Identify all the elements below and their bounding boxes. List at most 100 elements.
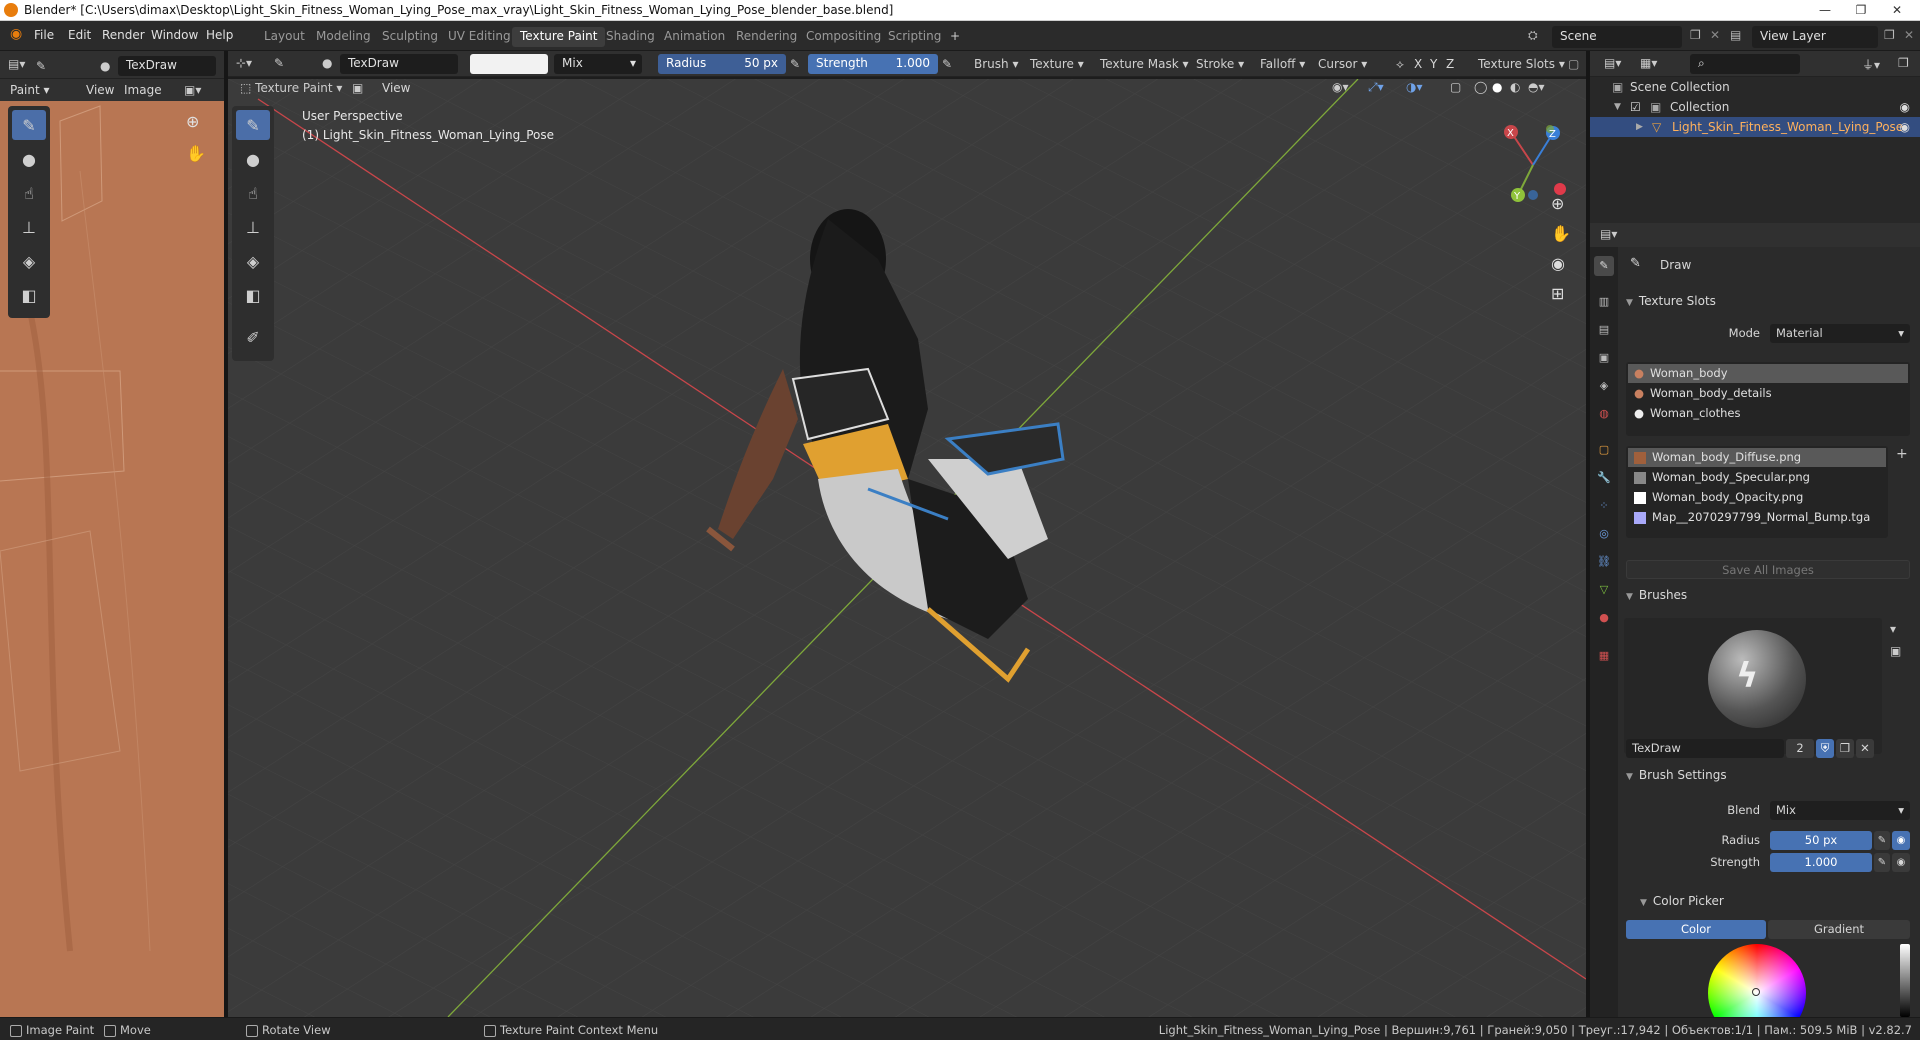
constraints-tab-icon[interactable]: ⛓ [1594, 552, 1614, 572]
physics-tab-icon[interactable]: ◎ [1594, 524, 1614, 544]
color-tab[interactable]: Color [1626, 920, 1766, 939]
texture-slots-menu[interactable]: Texture Slots ▾ [1478, 57, 1565, 71]
list-item[interactable]: ● Woman_clothes [1628, 404, 1908, 423]
brush-icon[interactable]: ✎ [274, 56, 284, 70]
xray-toggle-icon[interactable]: ▢ [1450, 80, 1461, 94]
soften-tool-icon[interactable]: ● [12, 144, 46, 174]
brush-users-count[interactable]: 2 [1786, 739, 1814, 758]
scene-selector[interactable]: Scene [1552, 26, 1682, 48]
blend-mode-dropdown[interactable]: Mix ▾ [554, 54, 642, 74]
gizmo-toggle-icon[interactable]: ⤢▾ [1368, 80, 1384, 95]
remove-view-layer-icon[interactable]: ✕ [1904, 28, 1914, 42]
mirror-x-toggle[interactable]: X [1414, 57, 1422, 71]
duplicate-brush-icon[interactable]: ❐ [1836, 739, 1854, 758]
blend-dropdown[interactable]: Mix ▾ [1770, 801, 1910, 820]
vp-soften-tool-icon[interactable]: ● [236, 144, 270, 174]
brush-name-field[interactable]: TexDraw [340, 54, 458, 74]
camera-view-icon[interactable]: ◉ [1551, 254, 1565, 273]
vp-draw-tool-icon[interactable]: ✎ [236, 110, 270, 140]
strength-unified-toggle-icon[interactable]: ◉ [1892, 853, 1910, 872]
uv-brush-icon[interactable]: ✎ [36, 59, 46, 73]
clone-tool-icon[interactable]: ⊥ [12, 212, 46, 242]
blender-menu-icon[interactable]: ◉ [10, 26, 22, 42]
output-tab-icon[interactable]: ▤ [1594, 320, 1614, 340]
smear-tool-icon[interactable]: ☝ [12, 178, 46, 208]
outliner-row-object[interactable]: ▶ ▽ Light_Skin_Fitness_Woman_Lying_Pose … [1590, 117, 1920, 137]
add-image-icon[interactable]: + [1896, 446, 1908, 462]
list-item[interactable]: ● Woman_body_details [1628, 384, 1908, 403]
scene-icon[interactable]: ⛭ [1528, 28, 1538, 43]
color-wheel[interactable] [1708, 944, 1806, 1017]
strength-pressure-icon[interactable]: ✎ [942, 57, 952, 71]
viewport-zoom-icon[interactable]: ⊕ [1551, 194, 1564, 213]
fake-user-icon[interactable]: ⛨ [1816, 739, 1834, 758]
new-view-layer-icon[interactable]: ❐ [1884, 28, 1895, 42]
menu-file[interactable]: File [34, 28, 54, 42]
properties-editor-type-icon[interactable]: ▤▾ [1600, 227, 1617, 241]
texture-menu[interactable]: Texture ▾ [1030, 57, 1084, 71]
visibility-icon[interactable]: ◉▾ [1332, 80, 1349, 94]
uv-pan-icon[interactable]: ✋ [186, 144, 206, 163]
brush-name-input[interactable]: TexDraw [1626, 739, 1784, 758]
brush-menu[interactable]: Brush ▾ [974, 57, 1018, 71]
close-button[interactable]: ✕ [1880, 0, 1914, 20]
radius-slider[interactable]: Radius 50 px [658, 54, 786, 74]
maximize-button[interactable]: ❐ [1844, 0, 1878, 20]
fill-tool-icon[interactable]: ◈ [12, 246, 46, 276]
radius-pressure-icon[interactable]: ✎ [790, 57, 800, 71]
menu-help[interactable]: Help [206, 28, 233, 42]
brush-preview-box[interactable]: ϟ [1624, 618, 1882, 754]
draw-tool-icon[interactable]: ✎ [12, 110, 46, 140]
filter-icon[interactable]: ⏚▾ [1862, 56, 1880, 73]
add-workspace-button[interactable]: + [942, 27, 968, 47]
list-item[interactable]: Woman_body_Opacity.png [1628, 488, 1886, 507]
uv-zoom-icon[interactable]: ⊕ [186, 112, 199, 131]
viewport-menu-view[interactable]: View [382, 81, 410, 95]
vp-fill-tool-icon[interactable]: ◈ [236, 246, 270, 276]
viewport-pan-icon[interactable]: ✋ [1551, 224, 1571, 243]
brush-dropdown-icon[interactable]: ▾ [1890, 622, 1896, 636]
uv-menu-image[interactable]: Image [124, 83, 162, 97]
tab-texture-paint[interactable]: Texture Paint [512, 27, 606, 47]
falloff-menu[interactable]: Falloff ▾ [1260, 57, 1305, 71]
modifier-tab-icon[interactable]: 🔧 [1594, 468, 1614, 488]
save-all-images-button[interactable]: Save All Images [1626, 560, 1910, 579]
rendered-shading-icon[interactable]: ◓▾ [1528, 80, 1545, 94]
strength-slider[interactable]: Strength 1.000 [808, 54, 938, 74]
gradient-tab[interactable]: Gradient [1768, 920, 1910, 939]
radius-pressure-toggle-icon[interactable]: ✎ [1874, 831, 1890, 850]
solid-shading-icon[interactable]: ● [1492, 80, 1502, 94]
remove-scene-icon[interactable]: ✕ [1710, 28, 1720, 42]
texture-mask-menu[interactable]: Texture Mask ▾ [1100, 57, 1189, 71]
expand-icon[interactable]: ▶ [1636, 117, 1643, 137]
list-item[interactable]: Woman_body_Diffuse.png [1628, 448, 1886, 467]
unlink-brush-icon[interactable]: ✕ [1856, 739, 1874, 758]
uv-mode-selector[interactable]: Paint ▾ [10, 83, 50, 97]
texture-paint-toggle-icon[interactable]: ▣ [352, 81, 363, 95]
material-shading-icon[interactable]: ◐ [1510, 80, 1520, 94]
tab-sculpting[interactable]: Sculpting [374, 27, 446, 47]
vp-annotate-tool-icon[interactable]: ✐ [236, 322, 270, 352]
list-item[interactable]: Map__2070297799_Normal_Bump.tga [1628, 508, 1886, 527]
outliner-row-collection[interactable]: ▼ ☑ ▣ Collection ◉ [1590, 97, 1920, 117]
outliner-editor-type-icon[interactable]: ▤▾ [1604, 56, 1621, 70]
scene-tab-icon[interactable]: ◈ [1594, 376, 1614, 396]
particles-tab-icon[interactable]: ⁘ [1594, 496, 1614, 516]
strength-pressure-toggle-icon[interactable]: ✎ [1874, 853, 1890, 872]
viewport-mode-selector[interactable]: ⬚ Texture Paint ▾ [240, 81, 342, 95]
new-collection-icon[interactable]: ❐ [1898, 56, 1909, 70]
data-tab-icon[interactable]: ▽ [1594, 580, 1614, 600]
view-layer-tab-icon[interactable]: ▣ [1594, 348, 1614, 368]
view-layer-selector[interactable]: View Layer [1752, 26, 1878, 48]
uv-brush-name[interactable]: TexDraw [118, 56, 216, 76]
vp-mask-tool-icon[interactable]: ◧ [236, 280, 270, 310]
mode-dropdown[interactable]: Material ▾ [1770, 324, 1910, 343]
outliner-row-scene-collection[interactable]: ▣ Scene Collection [1590, 77, 1920, 97]
value-slider[interactable] [1900, 944, 1910, 1017]
tab-animation[interactable]: Animation [656, 27, 733, 47]
overlay-toggle-icon[interactable]: ◑▾ [1406, 80, 1423, 94]
display-mode-icon[interactable]: ▦▾ [1640, 56, 1657, 70]
cursor-menu[interactable]: Cursor ▾ [1318, 57, 1367, 71]
brushes-section[interactable]: ▼ Brushes [1622, 588, 1914, 610]
tab-layout[interactable]: Layout [256, 27, 313, 47]
